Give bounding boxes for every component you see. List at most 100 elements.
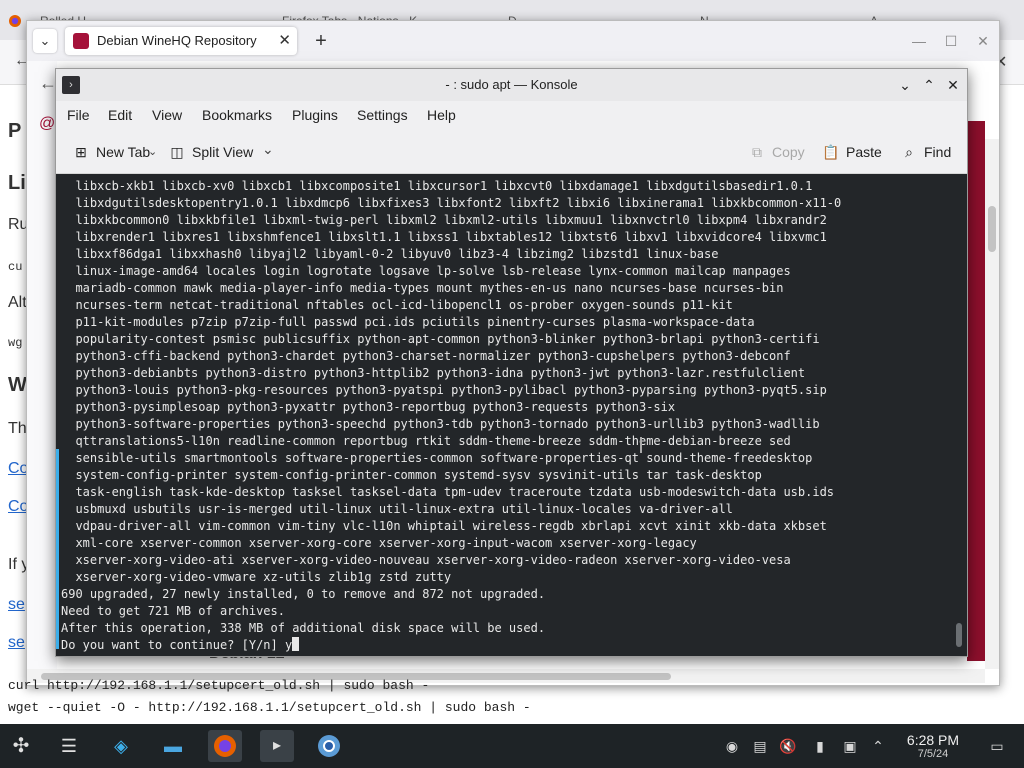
battery-icon[interactable]: ▮ — [810, 736, 830, 756]
page-code-fragment: wg — [8, 336, 23, 350]
terminal-line-text: qttranslations5-l10n readline-common rep… — [61, 434, 791, 448]
konsole-titlebar[interactable]: › - : sudo apt — Konsole ⌄ ⌃ ✕ — [56, 69, 967, 101]
terminal-line: python3-software-properties python3-spee… — [61, 416, 841, 433]
terminal-line-text: vdpau-driver-all vim-common vim-tiny vlc… — [61, 519, 827, 533]
terminal-line-text: popularity-contest psmisc publicsuffix p… — [61, 332, 820, 346]
terminal-line-text: libxrender1 libxres1 libxshmfence1 libxs… — [61, 230, 827, 244]
terminal-line-text: Do you want to continue? [Y/n] y — [61, 638, 293, 652]
taskbar-system-settings[interactable]: ☰ — [52, 730, 86, 762]
terminal-line: After this operation, 338 MB of addition… — [61, 620, 841, 637]
maximize-icon[interactable]: ⌃ — [919, 75, 939, 95]
menu-file[interactable]: File — [67, 107, 90, 123]
split-view-dropdown-icon[interactable]: ⌄ — [262, 141, 274, 158]
terminal-line-text: libxxf86dga1 libxxhash0 libyajl2 libyaml… — [61, 247, 719, 261]
clipboard-icon[interactable]: ▤ — [750, 736, 770, 756]
taskbar-firefox[interactable] — [208, 730, 242, 762]
show-desktop-icon[interactable]: ▭ — [987, 736, 1007, 756]
menu-settings[interactable]: Settings — [357, 107, 408, 123]
close-icon[interactable]: ✕ — [943, 75, 963, 95]
terminal-lines: libxcb-xkb1 libxcb-xv0 libxcb1 libxcompo… — [61, 178, 841, 654]
terminal-line: python3-debianbts python3-distro python3… — [61, 365, 841, 382]
accessibility-icon[interactable]: ◉ — [722, 736, 742, 756]
terminal-line-text: ncurses-term netcat-traditional nftables… — [61, 298, 733, 312]
paste-icon: 📋 — [822, 144, 840, 160]
page-scrollbar-thumb[interactable] — [988, 206, 996, 252]
split-view-button[interactable]: ◫ Split View — [168, 140, 253, 164]
menu-view[interactable]: View — [152, 107, 182, 123]
terminal-output[interactable]: libxcb-xkb1 libxcb-xv0 libxcb1 libxcompo… — [56, 174, 967, 656]
terminal-line: libxdgutilsdesktopentry1.0.1 libxdmcp6 l… — [61, 195, 841, 212]
terminal-line-text: task-english task-kde-desktop tasksel ta… — [61, 485, 835, 499]
terminal-line-text: mariadb-common mawk media-player-info me… — [61, 281, 784, 295]
volume-muted-icon[interactable]: 🔇 — [778, 736, 798, 756]
minimize-icon[interactable]: — — [909, 31, 929, 51]
search-icon: ⌕ — [905, 144, 913, 160]
application-launcher[interactable]: ✣ — [4, 730, 38, 762]
list-all-tabs-button[interactable]: ⌄ — [33, 29, 57, 53]
terminal-line-text: xserver-xorg-video-vmware xz-utils zlib1… — [61, 570, 452, 584]
terminal-line: task-english task-kde-desktop tasksel ta… — [61, 484, 841, 501]
terminal-scrollbar[interactable] — [953, 174, 967, 656]
minimize-icon[interactable]: ⌄ — [895, 75, 915, 95]
terminal-line: p11-kit-modules p7zip p7zip-full passwd … — [61, 314, 841, 331]
close-window-icon[interactable]: ✕ — [973, 31, 993, 51]
page-text-fragment: Th — [8, 420, 27, 437]
terminal-line-text: After this operation, 338 MB of addition… — [61, 621, 546, 635]
copy-button[interactable]: ⧉ Copy — [748, 140, 805, 164]
terminal-line-text: python3-debianbts python3-distro python3… — [61, 366, 806, 380]
menu-bookmarks[interactable]: Bookmarks — [202, 107, 272, 123]
page-link-fragment[interactable]: se — [8, 596, 25, 614]
terminal-activity-marker — [56, 449, 59, 649]
terminal-line: libxrender1 libxres1 libxshmfence1 libxs… — [61, 229, 841, 246]
clock-date[interactable]: 7/5/24 — [895, 748, 971, 760]
new-tab-icon: ⊞ — [75, 144, 87, 160]
terminal-line-text: libxdgutilsdesktopentry1.0.1 libxdmcp6 l… — [61, 196, 842, 210]
terminal-line: libxcb-xkb1 libxcb-xv0 libxcb1 libxcompo… — [61, 178, 841, 195]
copy-icon: ⧉ — [752, 144, 762, 160]
terminal-line-text: libxkbcommon0 libxkbfile1 libxml-twig-pe… — [61, 213, 827, 227]
network-icon[interactable]: ▣ — [840, 736, 860, 756]
folder-icon: ▬ — [164, 736, 182, 756]
discover-bag-icon: ◈ — [114, 736, 128, 756]
page-link-fragment[interactable]: se — [8, 634, 25, 652]
new-tab-dropdown-icon[interactable]: ⌄ — [148, 145, 157, 158]
terminal-line: popularity-contest psmisc publicsuffix p… — [61, 331, 841, 348]
taskbar: ✣ ☰ ◈ ▬ ▸ ◉ ▤ 🔇 ▮ ▣ ⌃ ▭ — [0, 724, 1024, 768]
new-tab-plus-icon[interactable]: + — [309, 29, 333, 53]
terminal-line-text: 690 upgraded, 27 newly installed, 0 to r… — [61, 587, 546, 601]
mouse-ibeam-cursor — [640, 437, 642, 453]
maximize-icon[interactable]: ☐ — [941, 31, 961, 51]
taskbar-chromium[interactable] — [312, 730, 346, 762]
settings-sliders-icon: ☰ — [60, 736, 78, 756]
terminal-line: sensible-utils smartmontools software-pr… — [61, 450, 841, 467]
new-tab-button[interactable]: ⊞ New Tab — [72, 140, 150, 164]
clock-time[interactable]: 6:28 PM — [895, 732, 971, 748]
menu-help[interactable]: Help — [427, 107, 456, 123]
terminal-line-text: libxcb-xkb1 libxcb-xv0 libxcb1 libxcompo… — [61, 179, 813, 193]
terminal-line-text: xml-core xserver-common xserver-xorg-cor… — [61, 536, 697, 550]
menu-edit[interactable]: Edit — [108, 107, 132, 123]
firefox-icon — [208, 730, 242, 762]
terminal-line-text: Need to get 721 MB of archives. — [61, 604, 285, 618]
terminal-scrollbar-thumb[interactable] — [956, 623, 962, 647]
page-heading-fragment: Li — [8, 172, 26, 194]
chromium-icon — [312, 730, 346, 762]
close-tab-icon[interactable]: ✕ — [278, 31, 291, 49]
terminal-line: xserver-xorg-video-ati xserver-xorg-vide… — [61, 552, 841, 569]
page-command-curl: curl http://192.168.1.1/setupcert_old.sh… — [8, 678, 430, 693]
terminal-line: ncurses-term netcat-traditional nftables… — [61, 297, 841, 314]
terminal-line-text: python3-pysimplesoap python3-pyxattr pyt… — [61, 400, 676, 414]
terminal-line-text: python3-software-properties python3-spee… — [61, 417, 820, 431]
show-hidden-icons-chevron-icon[interactable]: ⌃ — [868, 736, 888, 756]
menu-plugins[interactable]: Plugins — [292, 107, 338, 123]
page-header-band — [967, 121, 985, 661]
toolbar: ⊞ New Tab ⌄ ◫ Split View ⌄ ⧉ Copy 📋 Paste ⌕ F… — [56, 131, 967, 174]
find-button[interactable]: ⌕ Find — [900, 140, 951, 164]
paste-button[interactable]: 📋 Paste — [822, 140, 882, 164]
terminal-line: mariadb-common mawk media-player-info me… — [61, 280, 841, 297]
tab-debian-winehq[interactable]: Debian WineHQ Repository ✕ — [65, 27, 297, 55]
taskbar-konsole[interactable]: ▸ — [260, 730, 294, 762]
terminal-line-text: python3-cffi-backend python3-chardet pyt… — [61, 349, 791, 363]
taskbar-discover[interactable]: ◈ — [104, 730, 138, 762]
taskbar-dolphin[interactable]: ▬ — [156, 730, 190, 762]
